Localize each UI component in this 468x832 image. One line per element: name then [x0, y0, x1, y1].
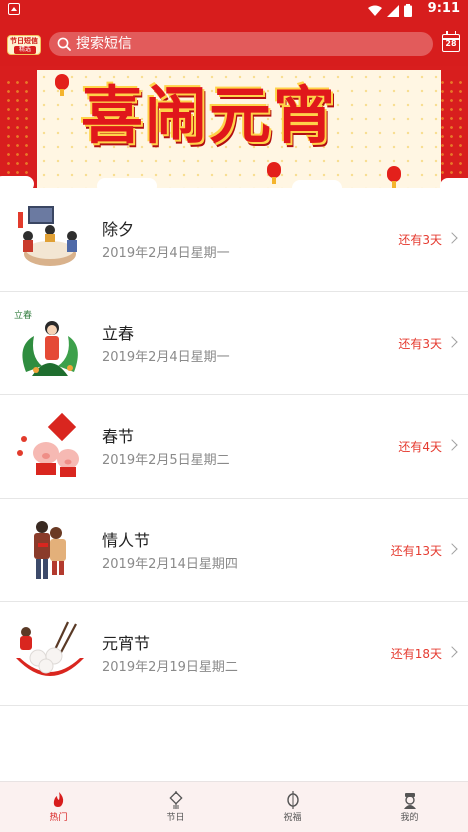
logo-text-sub: 精选 — [14, 46, 36, 54]
festival-list: 除夕 2019年2月4日星期一 还有3天 立春 立春 2019年2月4日星期一 … — [0, 188, 468, 706]
thumb-caption: 立春 — [14, 309, 32, 321]
festival-date: 2019年2月19日星期二 — [102, 660, 238, 675]
family-dinner-icon — [18, 206, 77, 266]
calendar-button[interactable]: 28 — [442, 31, 460, 52]
banner-right-pattern — [438, 78, 468, 178]
promo-banner[interactable]: 喜闹元宵 — [0, 66, 468, 188]
festival-date: 2019年2月4日星期一 — [102, 349, 230, 365]
spring-girl-icon: 立春 — [14, 309, 78, 376]
lantern-decoration-icon — [267, 162, 281, 184]
search-bar[interactable]: 搜索短信 — [49, 32, 433, 56]
tab-greetings[interactable]: 祝福 — [234, 782, 351, 832]
fire-icon — [53, 792, 63, 807]
clock: 9:11 — [427, 1, 460, 16]
list-item[interactable]: 除夕 2019年2月4日星期一 还有3天 — [0, 188, 468, 292]
app-logo[interactable]: 节日短信 精选 — [7, 35, 41, 55]
lantern-decoration-icon — [387, 166, 401, 188]
countdown-label: 还有18天 — [390, 647, 442, 661]
banner-artwork: 喜闹元宵 — [37, 70, 441, 188]
couple-hug-icon — [34, 520, 66, 579]
countdown-label: 还有13天 — [390, 543, 442, 558]
search-placeholder: 搜索短信 — [76, 36, 132, 52]
cloud-decoration — [292, 180, 342, 188]
status-bar: 9:11 — [0, 0, 468, 20]
festival-date: 2019年2月14日星期四 — [102, 556, 238, 572]
festival-name: 除夕 — [102, 220, 135, 239]
countdown-label: 还有3天 — [398, 336, 442, 351]
wifi-icon — [368, 5, 382, 16]
banner-left-pattern — [4, 78, 34, 178]
lantern-icon — [286, 791, 299, 809]
tab-label: 祝福 — [283, 813, 302, 823]
signal-icon — [387, 4, 399, 17]
tab-label: 我的 — [400, 813, 419, 823]
bottom-nav: 热门 节日 祝福 我的 — [0, 781, 468, 832]
battery-icon — [404, 4, 412, 17]
chevron-right-icon — [446, 646, 458, 658]
status-icons — [368, 4, 412, 17]
calendar-ring-left — [446, 31, 448, 35]
cloud-decoration — [0, 176, 34, 188]
rice-dumpling-bowl-icon — [16, 621, 84, 676]
festival-name: 春节 — [102, 427, 135, 446]
chevron-right-icon — [446, 439, 458, 451]
tab-label: 节日 — [166, 813, 185, 823]
chevron-right-icon — [446, 542, 458, 555]
countdown-label: 还有4天 — [398, 440, 442, 454]
tab-festivals[interactable]: 节日 — [117, 782, 234, 832]
tab-hot[interactable]: 热门 — [0, 782, 117, 832]
festival-date: 2019年2月4日星期一 — [102, 246, 230, 261]
festival-name: 元宵节 — [102, 634, 151, 653]
user-icon — [403, 793, 416, 809]
cloud-decoration — [97, 178, 157, 188]
chinese-knot-icon — [168, 791, 183, 809]
notification-icon — [8, 3, 20, 15]
banner-title: 喜闹元宵 — [81, 79, 338, 152]
new-year-pigs-icon — [17, 412, 79, 477]
cloud-decoration — [440, 178, 468, 188]
tab-label: 热门 — [49, 813, 68, 823]
chevron-right-icon — [446, 335, 458, 348]
app-header: 节日短信 精选 搜索短信 28 — [0, 20, 468, 66]
countdown-label: 还有3天 — [398, 233, 442, 247]
list-item[interactable]: 立春 立春 2019年2月4日星期一 还有3天 — [0, 291, 468, 395]
calendar-icon: 28 — [445, 39, 457, 48]
calendar-ring-right — [454, 31, 456, 35]
list-item[interactable]: 情人节 2019年2月14日星期四 还有13天 — [0, 498, 468, 602]
chevron-right-icon — [446, 232, 458, 244]
festival-date: 2019年2月5日星期二 — [102, 453, 230, 468]
list-item[interactable]: 元宵节 2019年2月19日星期二 还有18天 — [0, 602, 468, 706]
festival-name: 情人节 — [102, 530, 151, 550]
tab-profile[interactable]: 我的 — [351, 782, 468, 832]
logo-text-main: 节日短信 — [10, 37, 38, 45]
lantern-decoration-icon — [55, 74, 69, 96]
list-item[interactable]: 春节 2019年2月5日星期二 还有4天 — [0, 395, 468, 499]
search-icon — [57, 37, 71, 51]
festival-name: 立春 — [102, 323, 135, 343]
